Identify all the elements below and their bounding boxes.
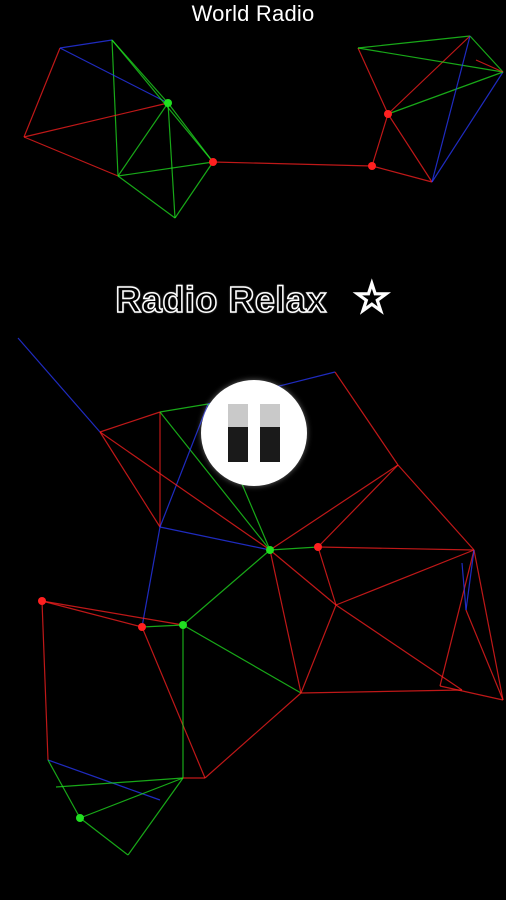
network-edge — [41, 600, 143, 628]
network-edge — [141, 526, 161, 628]
network-edge — [117, 175, 176, 219]
pause-button[interactable] — [201, 380, 307, 486]
network-edge — [335, 549, 475, 606]
network-edge — [159, 403, 209, 413]
network-edge — [23, 47, 61, 138]
network-node — [76, 814, 84, 822]
pause-icon — [228, 404, 280, 462]
network-edge — [204, 692, 302, 779]
network-edge — [141, 624, 184, 628]
network-node — [209, 158, 217, 166]
network-edge — [300, 604, 337, 694]
network-node — [138, 623, 146, 631]
network-edge — [335, 604, 463, 691]
network-edge — [79, 817, 129, 856]
network-edge — [47, 759, 81, 819]
network-edge — [111, 39, 119, 177]
network-edge — [371, 113, 389, 167]
network-node — [314, 543, 322, 551]
pause-bar-left — [228, 404, 248, 462]
network-node — [384, 110, 392, 118]
station-row: Radio Relax ☆ — [0, 275, 506, 325]
network-edge — [117, 161, 214, 177]
network-node — [164, 99, 172, 107]
network-edge — [127, 777, 184, 856]
network-edge — [117, 102, 169, 177]
network-edge — [212, 161, 373, 167]
network-edge — [17, 337, 101, 433]
network-edge — [41, 600, 184, 626]
app-title: World Radio — [191, 1, 315, 26]
network-edge — [357, 47, 504, 73]
network-edge — [317, 546, 337, 606]
network-edge — [111, 39, 214, 163]
network-edge — [431, 35, 471, 183]
network-edge — [300, 689, 463, 694]
network-edge — [159, 403, 209, 528]
pause-bar-right — [260, 404, 280, 462]
network-edge — [317, 464, 399, 548]
network-edge — [465, 549, 475, 611]
network-edge — [41, 600, 49, 761]
network-edge — [387, 71, 504, 115]
network-edge — [23, 136, 119, 177]
network-edge — [334, 371, 399, 466]
network-node — [266, 546, 274, 554]
network-edge — [167, 102, 176, 219]
favorite-star-icon[interactable]: ☆ — [352, 276, 392, 320]
network-node — [38, 597, 46, 605]
network-edge — [357, 47, 389, 115]
station-name: Radio Relax — [115, 278, 328, 321]
network-node — [368, 162, 376, 170]
network-edge — [439, 685, 504, 701]
network-edge — [465, 609, 504, 701]
network-node — [179, 621, 187, 629]
network-edge — [182, 549, 271, 626]
network-edge — [99, 431, 161, 528]
network-edge — [469, 35, 504, 73]
network-edge — [99, 411, 161, 433]
network-edge — [387, 35, 471, 115]
network-edge — [269, 546, 319, 551]
network-edge — [174, 161, 214, 219]
network-edge — [317, 546, 475, 551]
network-edge — [141, 626, 206, 779]
network-edge — [431, 71, 504, 183]
network-edge — [269, 464, 399, 551]
network-edge — [397, 464, 475, 551]
network-edge — [59, 39, 113, 49]
network-edge — [182, 624, 302, 694]
network-edge — [473, 549, 504, 701]
network-edge — [357, 35, 471, 49]
network-edge — [23, 102, 169, 138]
